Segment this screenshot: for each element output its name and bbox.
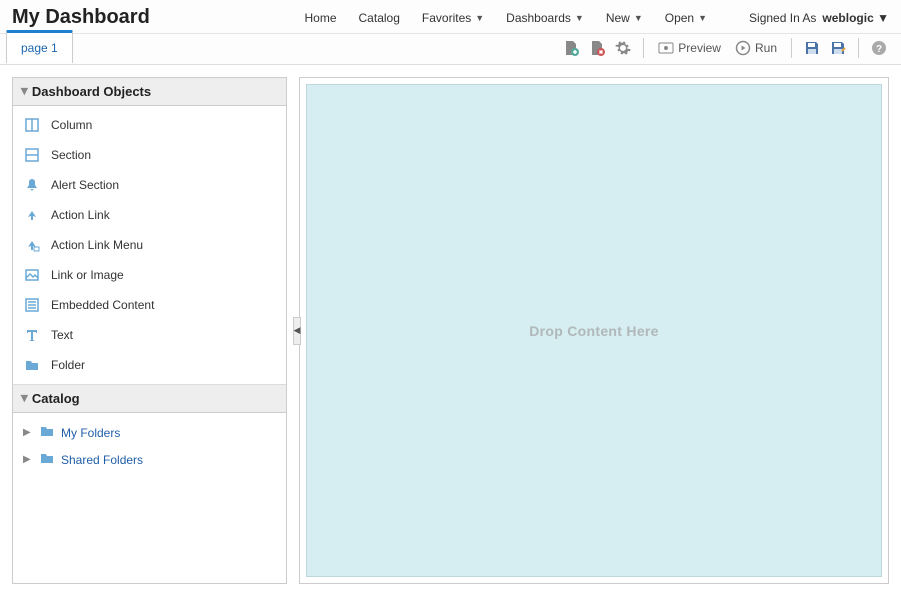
collapse-left-panel-handle[interactable]: ◀: [293, 317, 301, 345]
help-icon[interactable]: ?: [869, 38, 889, 58]
nav-catalog[interactable]: Catalog: [359, 11, 400, 25]
tree-shared-folders-label: Shared Folders: [61, 453, 143, 467]
expand-icon[interactable]: ▶: [23, 454, 33, 465]
text-icon: [23, 326, 41, 344]
nav-dashboards[interactable]: Dashboards ▼: [506, 11, 584, 25]
username-menu[interactable]: weblogic ▼: [822, 11, 889, 25]
nav-home[interactable]: Home: [305, 11, 337, 25]
object-section-label: Section: [51, 148, 91, 162]
object-action-link-label: Action Link: [51, 208, 110, 222]
section-icon: [23, 146, 41, 164]
object-folder-label: Folder: [51, 358, 85, 372]
bell-icon: [23, 176, 41, 194]
run-button[interactable]: Run: [731, 38, 781, 58]
tree-my-folders[interactable]: ▶ My Folders: [21, 419, 278, 446]
folder-icon: [23, 356, 41, 374]
embedded-icon: [23, 296, 41, 314]
object-embedded-content[interactable]: Embedded Content: [13, 290, 286, 320]
separator: [858, 38, 859, 58]
left-panel: ▶ Dashboard Objects Column Section Alert…: [12, 77, 287, 584]
object-section[interactable]: Section: [13, 140, 286, 170]
chevron-down-icon: ▼: [475, 13, 484, 23]
object-action-link[interactable]: Action Link: [13, 200, 286, 230]
expand-icon[interactable]: ▶: [23, 427, 33, 438]
drop-hint: Drop Content Here: [529, 323, 659, 339]
folder-icon: [39, 423, 55, 442]
canvas-wrap: ◀ Drop Content Here: [299, 77, 889, 584]
object-embedded-content-label: Embedded Content: [51, 298, 154, 312]
disclosure-icon: ▶: [19, 395, 30, 402]
dashboard-objects-list: Column Section Alert Section Action Link…: [13, 106, 286, 385]
nav-favorites[interactable]: Favorites ▼: [422, 11, 484, 25]
object-link-or-image[interactable]: Link or Image: [13, 260, 286, 290]
column-icon: [23, 116, 41, 134]
nav-new[interactable]: New ▼: [606, 11, 643, 25]
object-column-label: Column: [51, 118, 92, 132]
object-action-link-menu[interactable]: Action Link Menu: [13, 230, 286, 260]
chevron-down-icon: ▼: [698, 13, 707, 23]
chevron-down-icon: ▼: [634, 13, 643, 23]
object-action-link-menu-label: Action Link Menu: [51, 238, 143, 252]
object-text-label: Text: [51, 328, 73, 342]
separator: [643, 38, 644, 58]
action-link-menu-icon: [23, 236, 41, 254]
nav-dashboards-label: Dashboards: [506, 11, 571, 25]
tree-shared-folders[interactable]: ▶ Shared Folders: [21, 446, 278, 473]
object-link-or-image-label: Link or Image: [51, 268, 124, 282]
dashboard-objects-title: Dashboard Objects: [32, 84, 151, 99]
nav-open[interactable]: Open ▼: [665, 11, 707, 25]
image-icon: [23, 266, 41, 284]
signed-in-as: Signed In As weblogic ▼: [749, 11, 889, 25]
run-label: Run: [755, 41, 777, 55]
nav-home-label: Home: [305, 11, 337, 25]
page-title: My Dashboard: [12, 6, 150, 29]
svg-text:?: ?: [876, 44, 882, 55]
object-folder[interactable]: Folder: [13, 350, 286, 380]
object-alert-section-label: Alert Section: [51, 178, 119, 192]
tab-strip: page 1: [6, 30, 73, 63]
chevron-down-icon: ▼: [575, 13, 584, 23]
signed-in-label: Signed In As: [749, 11, 816, 25]
save-icon[interactable]: [802, 38, 822, 58]
nav-favorites-label: Favorites: [422, 11, 471, 25]
catalog-header[interactable]: ▶ Catalog: [13, 385, 286, 413]
nav-catalog-label: Catalog: [359, 11, 400, 25]
nav-new-label: New: [606, 11, 630, 25]
delete-page-icon[interactable]: [587, 38, 607, 58]
disclosure-icon: ▶: [19, 88, 30, 95]
preview-button[interactable]: Preview: [654, 38, 725, 58]
add-page-icon[interactable]: [561, 38, 581, 58]
dashboard-objects-header[interactable]: ▶ Dashboard Objects: [13, 78, 286, 106]
drop-canvas[interactable]: Drop Content Here: [306, 84, 882, 577]
action-link-icon: [23, 206, 41, 224]
username-label: weblogic: [822, 11, 873, 25]
object-text[interactable]: Text: [13, 320, 286, 350]
chevron-down-icon: ▼: [877, 11, 889, 25]
tab-page1[interactable]: page 1: [6, 30, 73, 63]
tools-gear-icon[interactable]: [613, 38, 633, 58]
object-column[interactable]: Column: [13, 110, 286, 140]
separator: [791, 38, 792, 58]
catalog-tree: ▶ My Folders ▶ Shared Folders: [13, 413, 286, 479]
object-alert-section[interactable]: Alert Section: [13, 170, 286, 200]
save-as-icon[interactable]: [828, 38, 848, 58]
nav-open-label: Open: [665, 11, 694, 25]
catalog-title: Catalog: [32, 391, 80, 406]
tree-my-folders-label: My Folders: [61, 426, 120, 440]
global-nav: Home Catalog Favorites ▼ Dashboards ▼ New ▼…: [305, 11, 890, 25]
folder-icon: [39, 450, 55, 469]
preview-label: Preview: [678, 41, 721, 55]
